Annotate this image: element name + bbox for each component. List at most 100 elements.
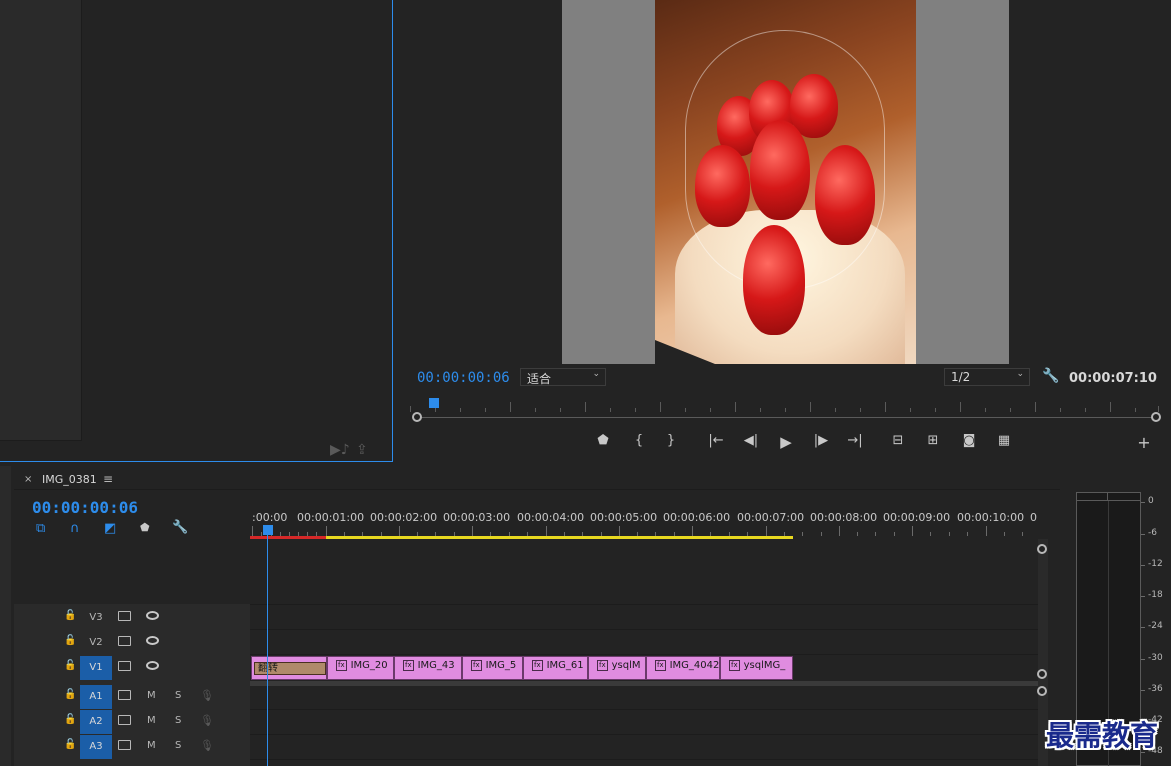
track-target-a2[interactable]: A2 [80,710,112,734]
eye-icon[interactable] [146,611,159,620]
program-playhead[interactable] [429,398,439,408]
sync-lock-icon[interactable] [118,611,131,621]
snap-magnet-icon[interactable]: ∩ [70,521,80,536]
eye-icon[interactable] [146,636,159,645]
microphone-icon[interactable]: 🎙 [200,689,214,702]
timeline-timecode[interactable]: 00:00:00:06 [32,498,138,517]
track-header-v3: 🔓 V3 [14,606,250,630]
wrench-icon[interactable]: 🔧 [1042,368,1059,384]
mark-in-icon[interactable]: { [629,433,649,448]
video-clip[interactable]: fx IMG_61 [523,656,588,680]
solo-button[interactable]: S [175,740,181,751]
close-tab-icon[interactable]: × [24,474,32,485]
resolution-value: 1/2 [951,370,971,384]
step-forward-icon[interactable]: |▶ [811,433,831,448]
go-to-in-icon[interactable]: |← [706,433,726,448]
panel-menu-icon[interactable]: ≡ [103,472,113,486]
extract-icon[interactable]: ⊞ [923,433,943,448]
timeline-track-area[interactable] [250,539,1038,766]
fx-badge-icon: fx [655,660,666,671]
go-to-out-icon[interactable]: →| [845,433,865,448]
db-label: -36 [1148,684,1163,694]
lift-icon[interactable]: ⊟ [888,433,908,448]
solo-button[interactable]: S [175,715,181,726]
linked-selection-icon[interactable]: ◩ [104,521,116,536]
meter-peak-indicator[interactable] [1076,492,1141,501]
mute-button[interactable]: M [147,690,156,701]
sync-lock-icon[interactable] [118,636,131,646]
microphone-icon[interactable]: 🎙 [200,714,214,727]
button-editor-plus-icon[interactable]: + [1134,433,1154,452]
lock-icon[interactable]: 🔓 [64,739,76,750]
mute-button[interactable]: M [147,715,156,726]
project-bin-area[interactable] [0,0,82,441]
video-clip[interactable]: fx IMG_4042 [646,656,720,680]
comparison-view-icon[interactable]: ▦ [994,433,1014,448]
clip-name: IMG_43 [417,660,455,671]
audio-scroll-handle-top[interactable] [1037,686,1047,696]
lock-icon[interactable]: 🔓 [64,660,76,671]
lock-icon[interactable]: 🔓 [64,610,76,621]
db-label: -18 [1148,590,1163,600]
fx-badge-icon: fx [729,660,740,671]
lock-icon[interactable]: 🔓 [64,689,76,700]
track-target-v3[interactable]: V3 [80,606,112,630]
lock-icon[interactable]: 🔓 [64,635,76,646]
fit-dropdown[interactable]: 适合 ⌄ [520,368,606,386]
timeline-time-ruler[interactable]: :00:00 00:00:01:00 00:00:02:00 00:00:03:… [250,506,1038,536]
track-target-v2[interactable]: V2 [80,631,112,655]
clip-name: ysqlMG_ [743,660,786,671]
timeline-tab[interactable]: IMG_0381 [42,473,97,486]
transition-clip[interactable]: 翻转 [251,656,327,680]
export-frame-icon[interactable]: ◙ [959,433,979,448]
step-back-icon[interactable]: ◀| [741,433,761,448]
export-icon[interactable]: ⇪ [356,442,368,458]
track-header-v1: 🔓 V1 [14,656,250,680]
lock-icon[interactable]: 🔓 [64,714,76,725]
zoom-handle-left[interactable] [412,412,422,422]
nest-sequence-icon[interactable]: ⧉ [36,521,45,536]
video-scroll-handle-top[interactable] [1037,544,1047,554]
strawberry-shape [695,145,750,227]
resolution-dropdown[interactable]: 1/2 ⌄ [944,368,1030,386]
sync-lock-icon[interactable] [118,715,131,725]
insert-audio-icon[interactable]: ▶♪ [330,442,350,458]
fx-badge-icon: fx [336,660,347,671]
video-clip[interactable]: fx ysqlM [588,656,646,680]
add-marker-icon[interactable]: ⬟ [140,521,150,534]
program-current-timecode[interactable]: 00:00:00:06 [417,370,510,386]
solo-button[interactable]: S [175,690,181,701]
eye-icon[interactable] [146,661,159,670]
sync-lock-icon[interactable] [118,690,131,700]
sync-lock-icon[interactable] [118,661,131,671]
track-target-v1[interactable]: V1 [80,656,112,680]
video-clip[interactable]: fx IMG_20 [327,656,394,680]
ruler-label: 00:00:09:00 [883,511,951,524]
video-clip[interactable]: fx IMG_5 [462,656,523,680]
fx-badge-icon: fx [532,660,543,671]
audio-video-divider[interactable] [250,681,1038,686]
track-target-a3[interactable]: A3 [80,735,112,759]
video-clip[interactable]: fx ysqlMG_ [720,656,793,680]
video-clip[interactable]: fx IMG_43 [394,656,462,680]
fx-badge-icon: fx [403,660,414,671]
mute-button[interactable]: M [147,740,156,751]
zoom-scroll-bar[interactable] [417,417,1157,418]
timeline-playhead[interactable] [263,525,273,535]
microphone-icon[interactable]: 🎙 [200,739,214,752]
video-scroll-handle-bottom[interactable] [1037,669,1047,679]
add-marker-icon[interactable]: ⬟ [593,433,613,448]
sync-lock-icon[interactable] [118,740,131,750]
play-icon[interactable]: ▶ [776,433,796,451]
program-time-ruler[interactable] [410,398,1162,412]
ruler-label: 0 [1030,511,1037,524]
track-target-a1[interactable]: A1 [80,685,112,709]
strawberry-shape [750,120,810,220]
mark-out-icon[interactable]: } [661,433,681,448]
track-header-a1: 🔓 A1 M S 🎙 [14,685,250,709]
fx-badge-icon: fx [471,660,482,671]
zoom-handle-right[interactable] [1151,412,1161,422]
clip-name: IMG_61 [546,660,584,671]
track-header-v2: 🔓 V2 [14,631,250,655]
timeline-settings-wrench-icon[interactable]: 🔧 [172,520,188,535]
